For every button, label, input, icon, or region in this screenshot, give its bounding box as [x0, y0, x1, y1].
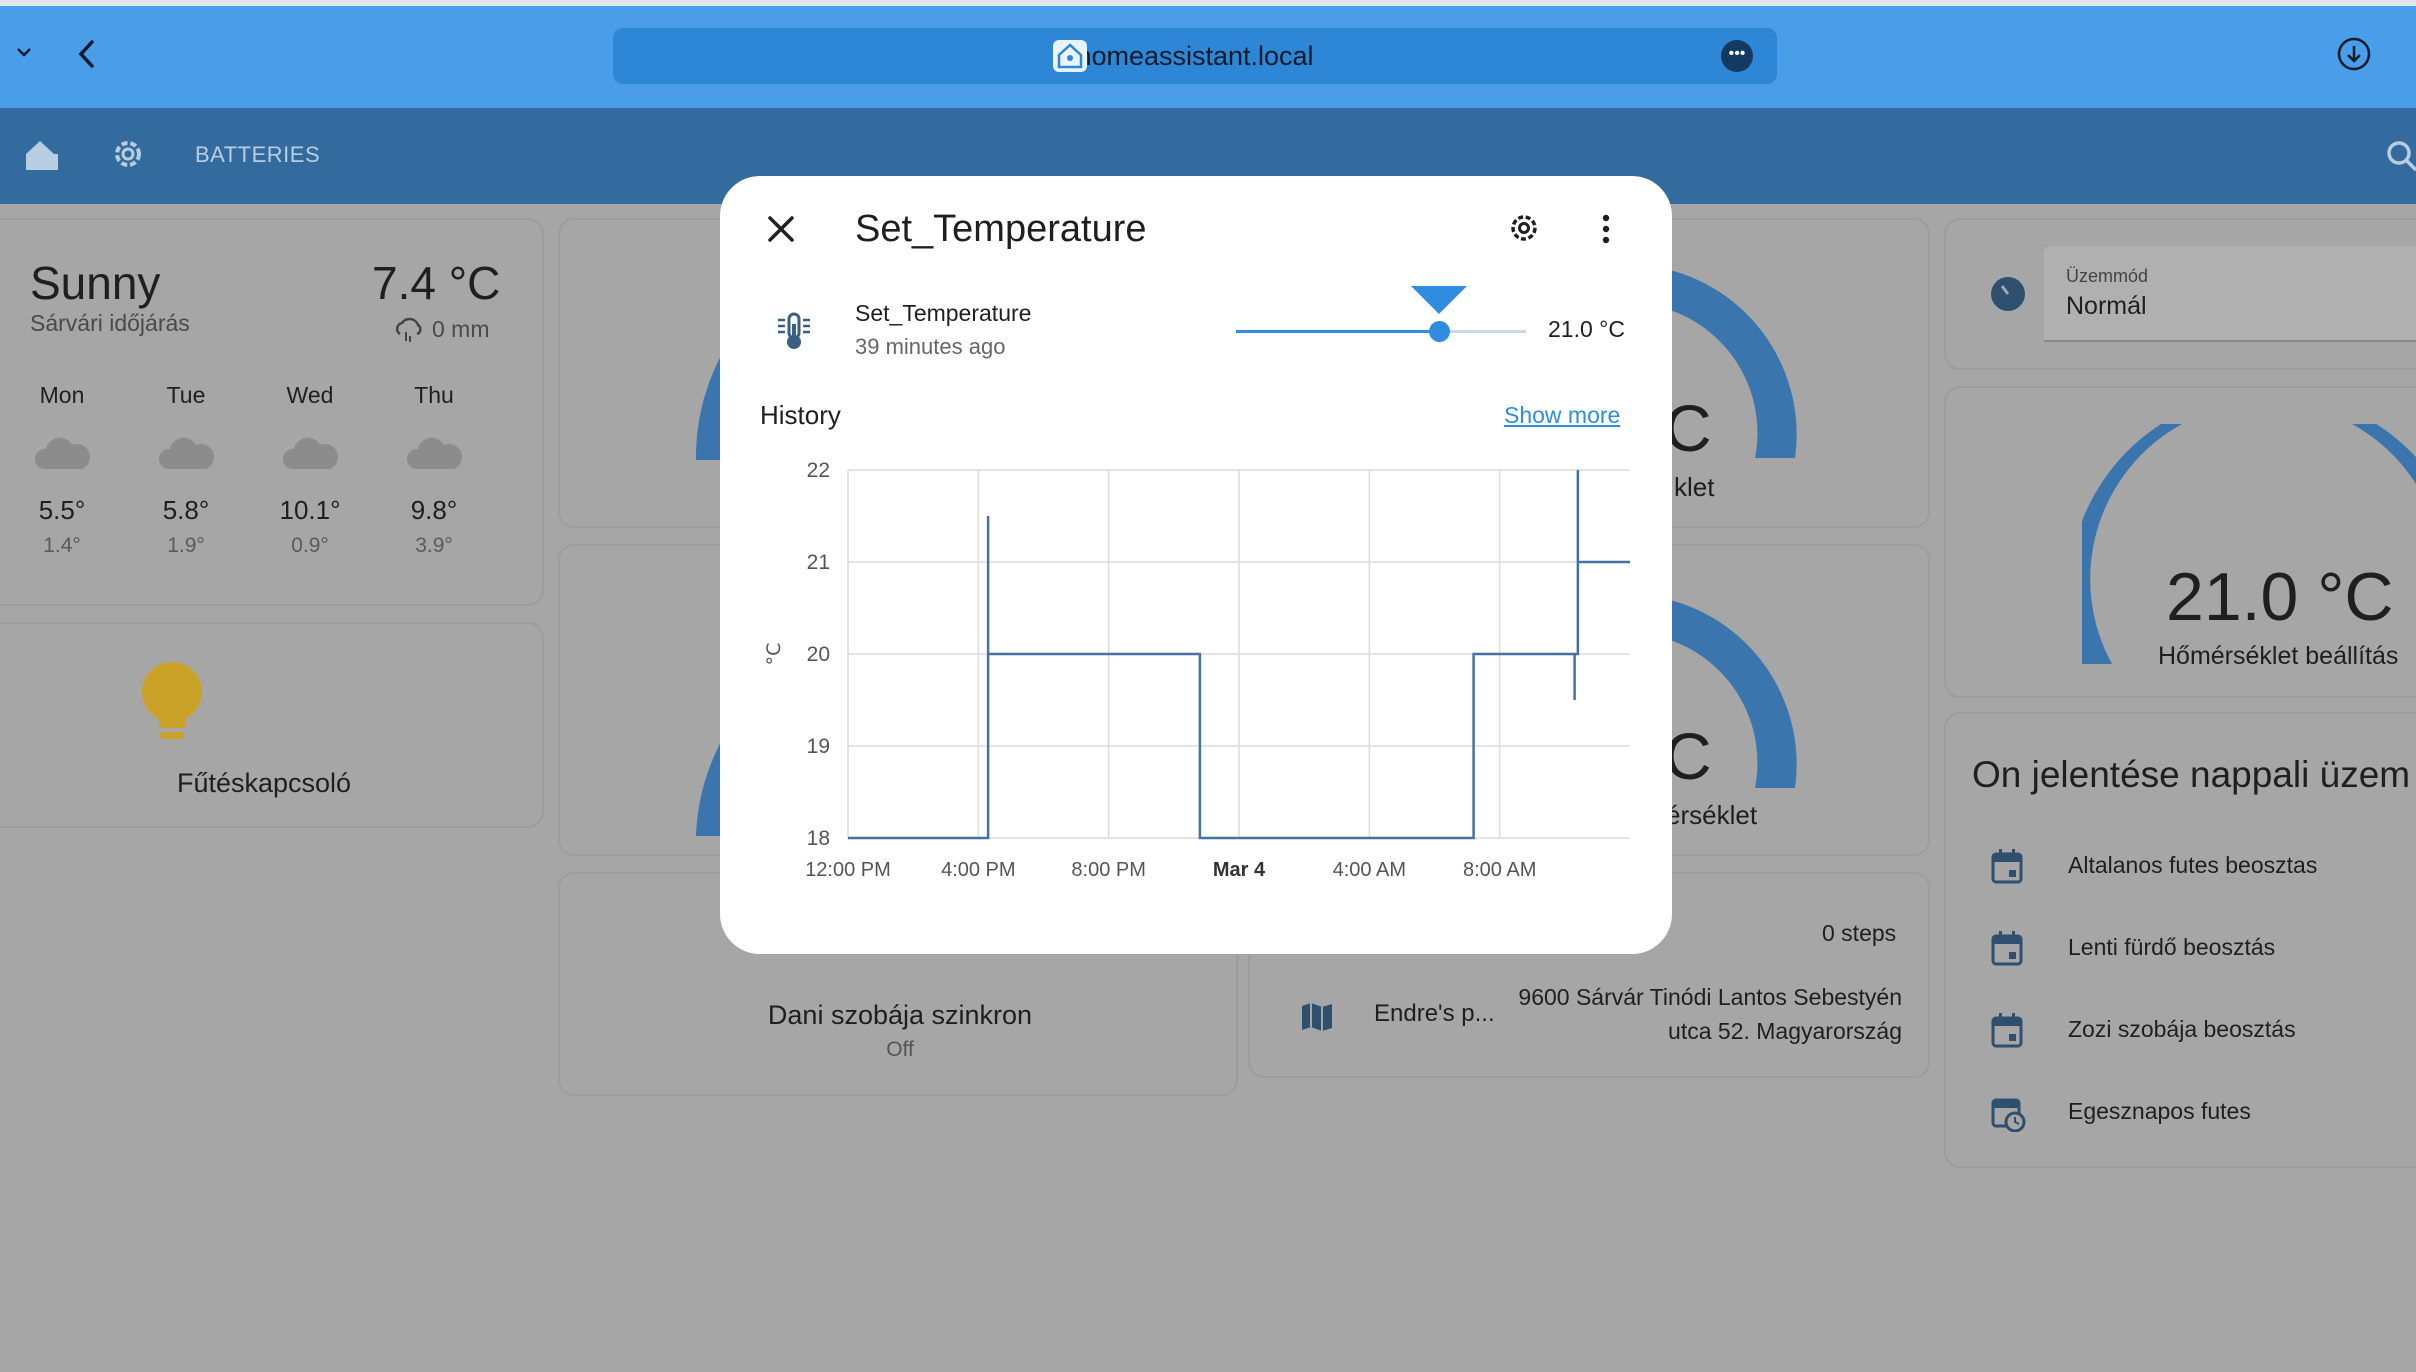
mode-select-label: Üzemmód — [2066, 266, 2149, 286]
schedule-item[interactable]: Altalanos futes beosztas — [1946, 838, 2416, 898]
entity-dialog: Set_Temperature Set_Temperature 39 minut… — [720, 176, 1672, 954]
x-tick-label: 4:00 PM — [941, 859, 1015, 881]
mode-select-value: Normál — [2066, 292, 2147, 320]
slider-thumb[interactable] — [1429, 321, 1450, 342]
forecast-day: Wed 10.1° 0.9° — [270, 382, 350, 558]
forecast-day: Mon 5.5° 1.4° — [22, 382, 102, 558]
gauge-label-fragment: klet — [1674, 472, 1715, 502]
person-address-2: utca 52. Magyarország — [1668, 1018, 1902, 1044]
calendar-icon — [1990, 930, 2024, 966]
weather-condition: Sunny — [30, 257, 161, 309]
thermostat-label: Hőmérséklet beállítás — [2158, 642, 2399, 670]
cloud-icon — [280, 429, 340, 473]
schedule-item-label: Zozi szobája beosztás — [2068, 1016, 2296, 1042]
forecast-day: Thu 9.8° 3.9° — [394, 382, 474, 558]
tab-strip-edge — [0, 0, 2416, 6]
sync-switch-name: Dani szobája szinkron — [767, 1000, 1033, 1030]
thermometer-icon — [776, 312, 812, 352]
forecast-low: 3.9° — [415, 534, 453, 557]
forecast-day-name: Tue — [166, 382, 206, 408]
browser-toolbar: homeassistant.local ••• — [0, 0, 2416, 108]
schedule-item[interactable]: Egesznapos futes — [1946, 1084, 2416, 1144]
forecast-day: Tue 5.8° 1.9° — [146, 382, 226, 558]
more-vert-icon[interactable] — [1600, 214, 1612, 244]
close-icon[interactable] — [766, 214, 796, 244]
x-tick-label: 8:00 AM — [1463, 859, 1536, 881]
y-tick-label: 22 — [807, 459, 830, 482]
tab-batteries[interactable]: BATTERIES — [195, 142, 320, 168]
search-icon[interactable] — [2384, 138, 2416, 174]
entity-last-changed: 39 minutes ago — [855, 334, 1006, 359]
url-text: homeassistant.local — [1076, 41, 1314, 71]
settings-gear-icon[interactable] — [108, 134, 148, 174]
forecast-low: 1.4° — [43, 534, 81, 557]
calendar-icon — [1990, 1012, 2024, 1048]
forecast-day-name: Wed — [286, 382, 334, 408]
history-chart: 18 19 20 21 22 12:00 PM 4:00 PM 8:00 PM Mar 4 4:0… — [763, 459, 1630, 881]
heating-switch-label: Fűtéskapcsoló — [176, 768, 352, 798]
weather-temperature: 7.4 °C — [372, 257, 501, 309]
weather-location: Sárvári időjárás — [30, 310, 190, 336]
settings-gear-icon[interactable] — [1506, 210, 1542, 246]
schedule-item[interactable]: Lenti fürdő beosztás — [1946, 920, 2416, 980]
y-tick-label: 21 — [807, 551, 830, 574]
x-tick-label: 4:00 AM — [1333, 859, 1406, 881]
lightbulb-icon — [132, 658, 212, 752]
cloud-icon — [32, 429, 92, 473]
y-tick-label: 19 — [807, 735, 830, 758]
temperature-value: 21.0 °C — [1548, 316, 1625, 342]
gauge-label-fragment: érséklet — [1666, 800, 1758, 830]
schedule-item-label: Egesznapos futes — [2068, 1098, 2251, 1124]
forecast-high: 5.8° — [162, 495, 210, 525]
y-tick-label: 20 — [807, 643, 830, 666]
weather-card[interactable]: Sunny Sárvári időjárás 7.4 °C 0 mm Mon 5… — [0, 218, 544, 606]
forecast-high: 9.8° — [410, 495, 458, 525]
forecast-low: 0.9° — [291, 534, 329, 557]
cloud-icon — [156, 429, 216, 473]
back-icon[interactable] — [72, 36, 102, 72]
thermostat-card[interactable]: 21.0 °C Hőmérséklet beállítás — [1944, 386, 2416, 698]
schedule-card-title: On jelentése nappali üzem — [1972, 754, 2411, 795]
weather-precip: 0 mm — [432, 316, 490, 342]
slider-value-pin — [1411, 286, 1467, 314]
sync-switch-state: Off — [886, 1038, 914, 1061]
forecast-high: 5.5° — [38, 495, 86, 525]
more-icon[interactable]: ••• — [1721, 40, 1753, 72]
temperature-slider[interactable] — [1236, 286, 1526, 356]
calendar-icon — [1990, 848, 2024, 884]
x-tick-label: 8:00 PM — [1071, 859, 1145, 881]
heating-switch-card[interactable]: Fűtéskapcsoló — [0, 622, 544, 828]
forecast-low: 1.9° — [167, 534, 205, 557]
x-tick-label: 12:00 PM — [805, 859, 891, 881]
cloud-icon — [404, 429, 464, 473]
person-address-1: 9600 Sárvár Tinódi Lantos Sebestyén — [1518, 984, 1902, 1010]
show-more-link[interactable]: Show more — [1504, 402, 1620, 429]
history-label: History — [760, 400, 841, 430]
x-tick-label: Mar 4 — [1213, 859, 1266, 881]
clock-icon — [1990, 276, 2026, 312]
person-steps: 0 steps — [1822, 920, 1897, 946]
forecast-high: 10.1° — [279, 495, 341, 525]
y-tick-label: 18 — [807, 827, 830, 850]
mode-select[interactable]: Üzemmód Normál — [2044, 246, 2416, 342]
download-icon[interactable] — [2336, 36, 2372, 72]
schedule-item-label: Lenti fürdő beosztás — [2068, 934, 2276, 960]
slider-fill — [1236, 330, 1439, 333]
schedule-item-label: Altalanos futes beosztas — [2068, 852, 2318, 878]
forecast-day-name: Mon — [39, 382, 85, 408]
home-assistant-site-icon — [1053, 40, 1087, 72]
calendar-clock-icon — [1990, 1094, 2026, 1133]
dialog-title: Set_Temperature — [855, 208, 1147, 250]
home-icon[interactable] — [22, 134, 62, 174]
address-bar[interactable]: homeassistant.local ••• — [613, 28, 1777, 84]
forecast-day-name: Thu — [414, 382, 454, 408]
y-axis-label: °C — [763, 643, 785, 666]
rain-cloud-icon — [392, 314, 424, 344]
tab-dropdown-icon[interactable] — [14, 42, 34, 62]
thermostat-value: 21.0 °C — [2166, 559, 2394, 635]
entity-name: Set_Temperature — [855, 300, 1032, 326]
mode-card[interactable]: Üzemmód Normál — [1944, 218, 2416, 370]
schedule-item[interactable]: Zozi szobája beosztás — [1946, 1002, 2416, 1062]
schedule-card[interactable]: On jelentése nappali üzem Altalanos fute… — [1944, 712, 2416, 1168]
